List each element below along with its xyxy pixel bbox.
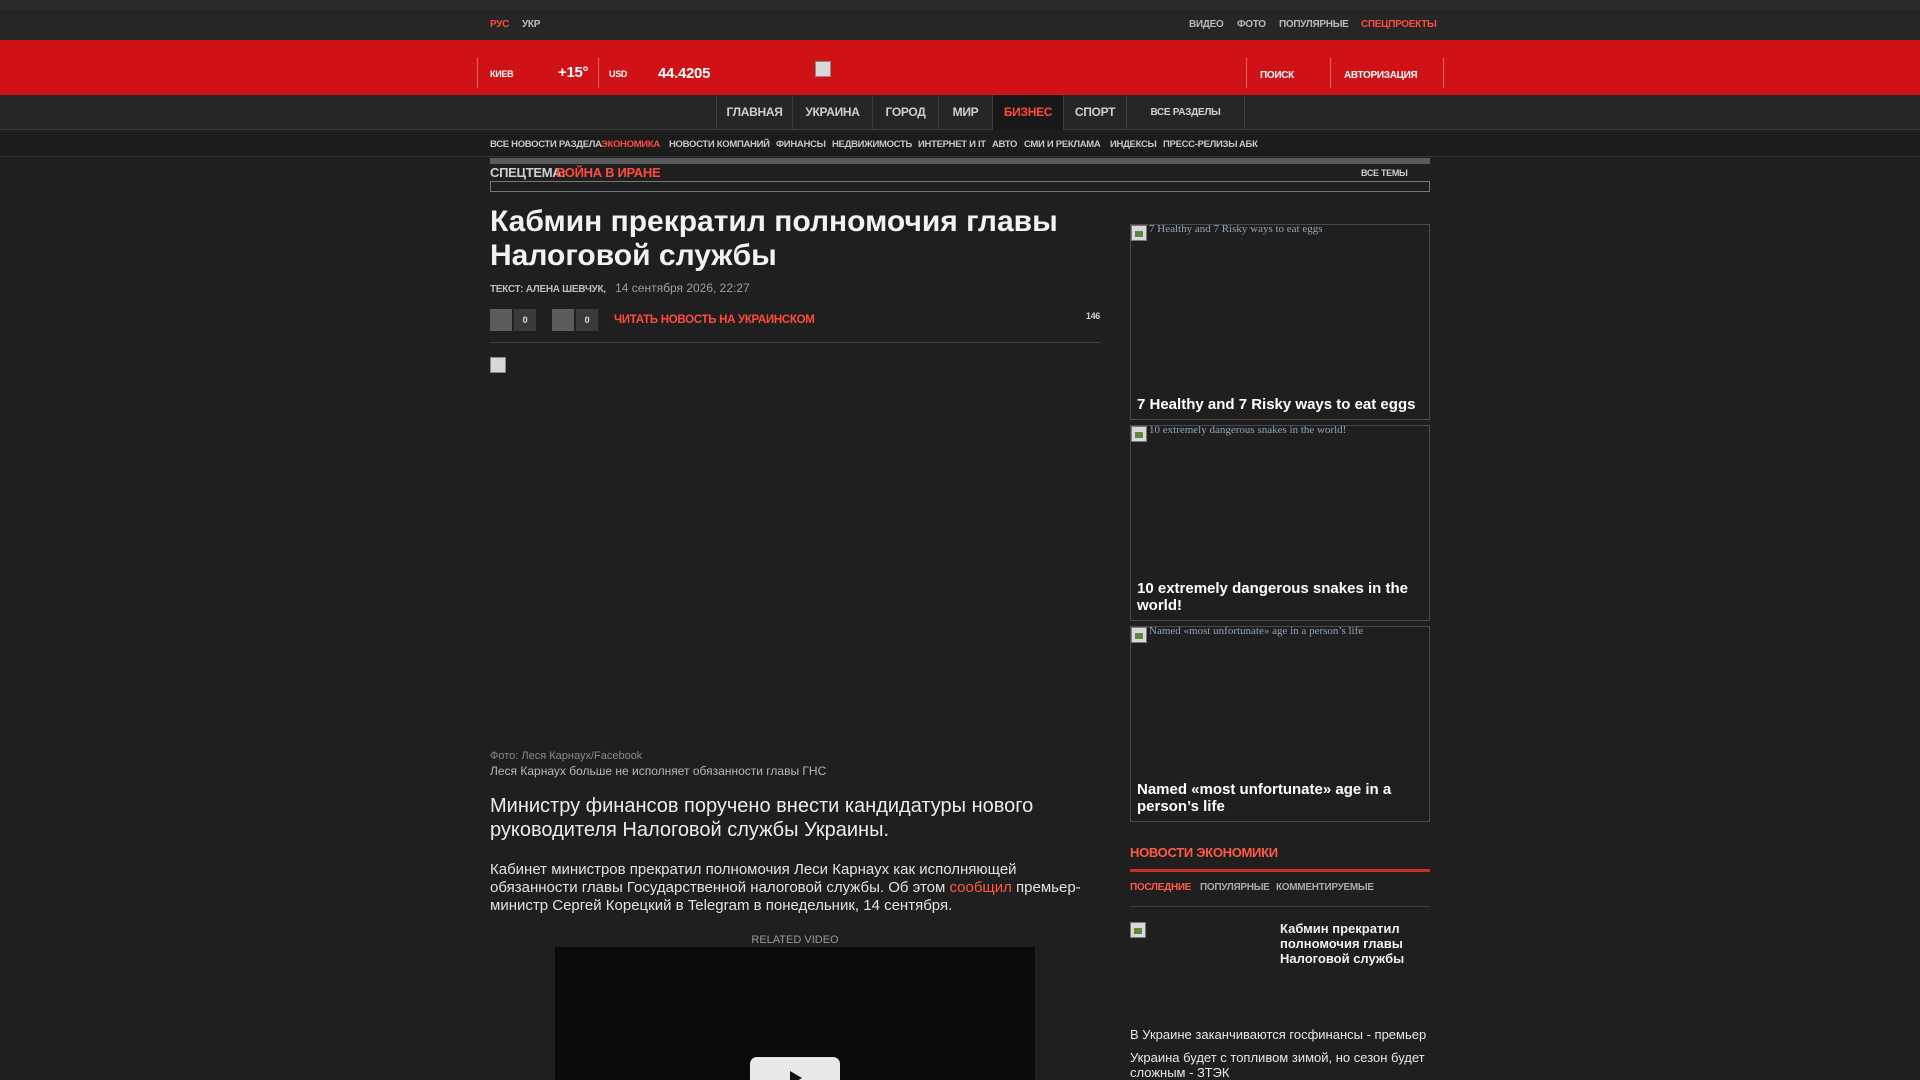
site-header: КИЕВ +15° USD 44.4205 ПОИСК АВТОРИЗАЦИЯ <box>0 40 1920 95</box>
article-author[interactable]: ТЕКСТ: АЛЕНА ШЕВЧУК, <box>490 284 606 295</box>
economy-news-item[interactable]: В Украине заканчиваются госфинансы - пре… <box>1130 1027 1430 1042</box>
spectema-label: СПЕЦТЕМА: <box>490 165 566 180</box>
telegram-source-link[interactable]: сообщил <box>949 879 1011 896</box>
top-link-special-projects[interactable]: СПЕЦПРОЕКТЫ <box>1361 19 1437 30</box>
sub-navigation: ВСЕ НОВОСТИ РАЗДЕЛА ЭКОНОМИКА НОВОСТИ КО… <box>0 131 1920 157</box>
top-link-video[interactable]: ВИДЕО <box>1189 19 1224 30</box>
article-divider <box>490 342 1100 343</box>
nav-item-all-sections[interactable]: ВСЕ РАЗДЕЛЫ <box>1126 95 1245 130</box>
main-navigation: ГЛАВНАЯ УКРАИНА ГОРОД МИР БИЗНЕС СПОРТ В… <box>0 95 1920 130</box>
promo-card-image-alt: 7 Healthy and 7 Risky ways to eat eggs <box>1149 223 1323 235</box>
header-separator <box>1443 58 1444 88</box>
view-count: 146 <box>1085 311 1100 321</box>
read-in-ukrainian-link[interactable]: ЧИТАТЬ НОВОСТЬ НА УКРАИНСКОМ <box>614 314 815 326</box>
broken-image-icon <box>1131 426 1147 442</box>
subnav-all-news[interactable]: ВСЕ НОВОСТИ РАЗДЕЛА <box>490 139 602 150</box>
photo-credit: Фото: Леся Карнаух/Facebook <box>490 750 643 762</box>
top-link-popular[interactable]: ПОПУЛЯРНЫЕ <box>1279 19 1349 30</box>
top-link-photo[interactable]: ФОТО <box>1237 19 1266 30</box>
broken-image-icon <box>1131 225 1147 241</box>
broken-image-icon <box>1131 627 1147 643</box>
currency-rate-value: 44.4205 <box>658 65 711 82</box>
tab-popular[interactable]: ПОПУЛЯРНЫЕ <box>1200 882 1270 893</box>
tab-commented[interactable]: КОММЕНТИРУЕМЫЕ <box>1276 882 1374 893</box>
article-lead: Министру финансов поручено внести кандид… <box>490 795 1034 841</box>
currency-label: USD <box>609 69 628 79</box>
search-link[interactable]: ПОИСК <box>1260 70 1294 81</box>
nav-item-main[interactable]: ГЛАВНАЯ <box>716 95 792 130</box>
temperature-value: +15° <box>558 64 589 81</box>
nav-item-city[interactable]: ГОРОД <box>872 95 938 130</box>
nav-item-business[interactable]: БИЗНЕС <box>992 95 1063 130</box>
promo-card[interactable]: Named «most unfortunate» age in a person… <box>1130 625 1430 822</box>
header-separator <box>1246 58 1247 88</box>
header-separator <box>598 58 599 88</box>
promo-card[interactable]: 10 extremely dangerous snakes in the wor… <box>1130 424 1430 621</box>
subnav-company-news[interactable]: НОВОСТИ КОМПАНИЙ <box>669 139 770 150</box>
promo-card-image-alt: 10 extremely dangerous snakes in the wor… <box>1149 424 1347 436</box>
related-video-label: RELATED VIDEO <box>751 934 839 946</box>
play-icon[interactable] <box>750 1057 840 1080</box>
share-count: 0 <box>514 309 536 331</box>
top-strip <box>0 0 1920 10</box>
economy-news-divider <box>1130 906 1430 907</box>
subnav-auto[interactable]: АВТО <box>992 139 1017 150</box>
related-video-player[interactable] <box>555 947 1035 1080</box>
promo-card[interactable]: 7 Healthy and 7 Risky ways to eat eggs 7… <box>1130 223 1430 420</box>
promo-card-image-alt: Named «most unfortunate» age in a person… <box>1149 625 1364 637</box>
broken-image-icon[interactable] <box>1130 922 1146 938</box>
site-logo[interactable] <box>815 61 831 77</box>
subnav-press-releases[interactable]: ПРЕСС-РЕЛИЗЫ <box>1163 139 1238 150</box>
economy-feature-title[interactable]: Кабмин прекратил полномочия главы Налого… <box>1280 921 1430 966</box>
article-byline: ТЕКСТ: АЛЕНА ШЕВЧУК, 14 сентября 2026, 2… <box>490 281 750 295</box>
auth-link[interactable]: АВТОРИЗАЦИЯ <box>1344 70 1418 81</box>
article-body-paragraph: Кабинет министров прекратил полномочия Л… <box>490 861 1100 915</box>
header-separator <box>477 58 478 88</box>
share-row: 0 0 ЧИТАТЬ НОВОСТЬ НА УКРАИНСКОМ 146 <box>490 309 1100 333</box>
article-title: Кабмин прекратил полномочия главы Налого… <box>490 205 1058 272</box>
nav-item-world[interactable]: МИР <box>938 95 992 130</box>
promo-card-title[interactable]: Named «most unfortunate» age in a person… <box>1137 781 1425 815</box>
article-date: 14 сентября 2026, 22:27 <box>615 281 750 295</box>
twitter-share-icon[interactable] <box>552 309 574 331</box>
promo-card-title[interactable]: 7 Healthy and 7 Risky ways to eat eggs <box>1137 396 1425 413</box>
lang-ua-link[interactable]: УКР <box>522 19 540 30</box>
subnav-indexes[interactable]: ИНДЕКСЫ <box>1110 139 1157 150</box>
subnav-finance[interactable]: ФИНАНСЫ <box>776 139 826 150</box>
nav-item-ukraine[interactable]: УКРАИНА <box>792 95 872 130</box>
subnav-media-ads[interactable]: СМИ И РЕКЛАМА <box>1024 139 1101 150</box>
economy-news-item[interactable]: Украина будет с топливом зимой, но сезон… <box>1130 1050 1430 1080</box>
subnav-internet-it[interactable]: ИНТЕРНЕТ И IT <box>918 139 986 150</box>
subnav-real-estate[interactable]: НЕДВИЖИМОСТЬ <box>832 139 912 150</box>
facebook-share-icon[interactable] <box>490 309 512 331</box>
tab-latest[interactable]: ПОСЛЕДНИЕ <box>1130 882 1191 893</box>
article-photo <box>490 357 1100 742</box>
economy-news-underline <box>1130 869 1430 872</box>
lang-ru-link[interactable]: РУС <box>490 19 509 30</box>
spectema-bar: СПЕЦТЕМА: ВОЙНА В ИРАНЕ ВСЕ ТЕМЫ <box>490 164 1430 192</box>
subnav-abk[interactable]: АБК <box>1239 139 1258 150</box>
share-count: 0 <box>576 309 598 331</box>
body-text-before-link: Кабинет министров прекратил полномочия Л… <box>490 861 1017 896</box>
subnav-economy[interactable]: ЭКОНОМИКА <box>601 139 660 150</box>
promo-card-title[interactable]: 10 extremely dangerous snakes in the wor… <box>1137 580 1425 614</box>
photo-caption: Леся Карнаух больше не исполняет обязанн… <box>490 764 827 778</box>
nav-item-sport[interactable]: СПОРТ <box>1063 95 1126 130</box>
spectema-topic-link[interactable]: ВОЙНА В ИРАНЕ <box>556 165 661 180</box>
economy-news-title[interactable]: НОВОСТИ ЭКОНОМИКИ <box>1130 845 1278 860</box>
city-label: КИЕВ <box>490 69 514 79</box>
header-separator <box>1330 58 1331 88</box>
all-topics-link[interactable]: ВСЕ ТЕМЫ <box>1361 168 1408 178</box>
broken-image-icon <box>490 357 506 373</box>
language-bar: РУС УКР ВИДЕО ФОТО ПОПУЛЯРНЫЕ СПЕЦПРОЕКТ… <box>0 10 1920 40</box>
